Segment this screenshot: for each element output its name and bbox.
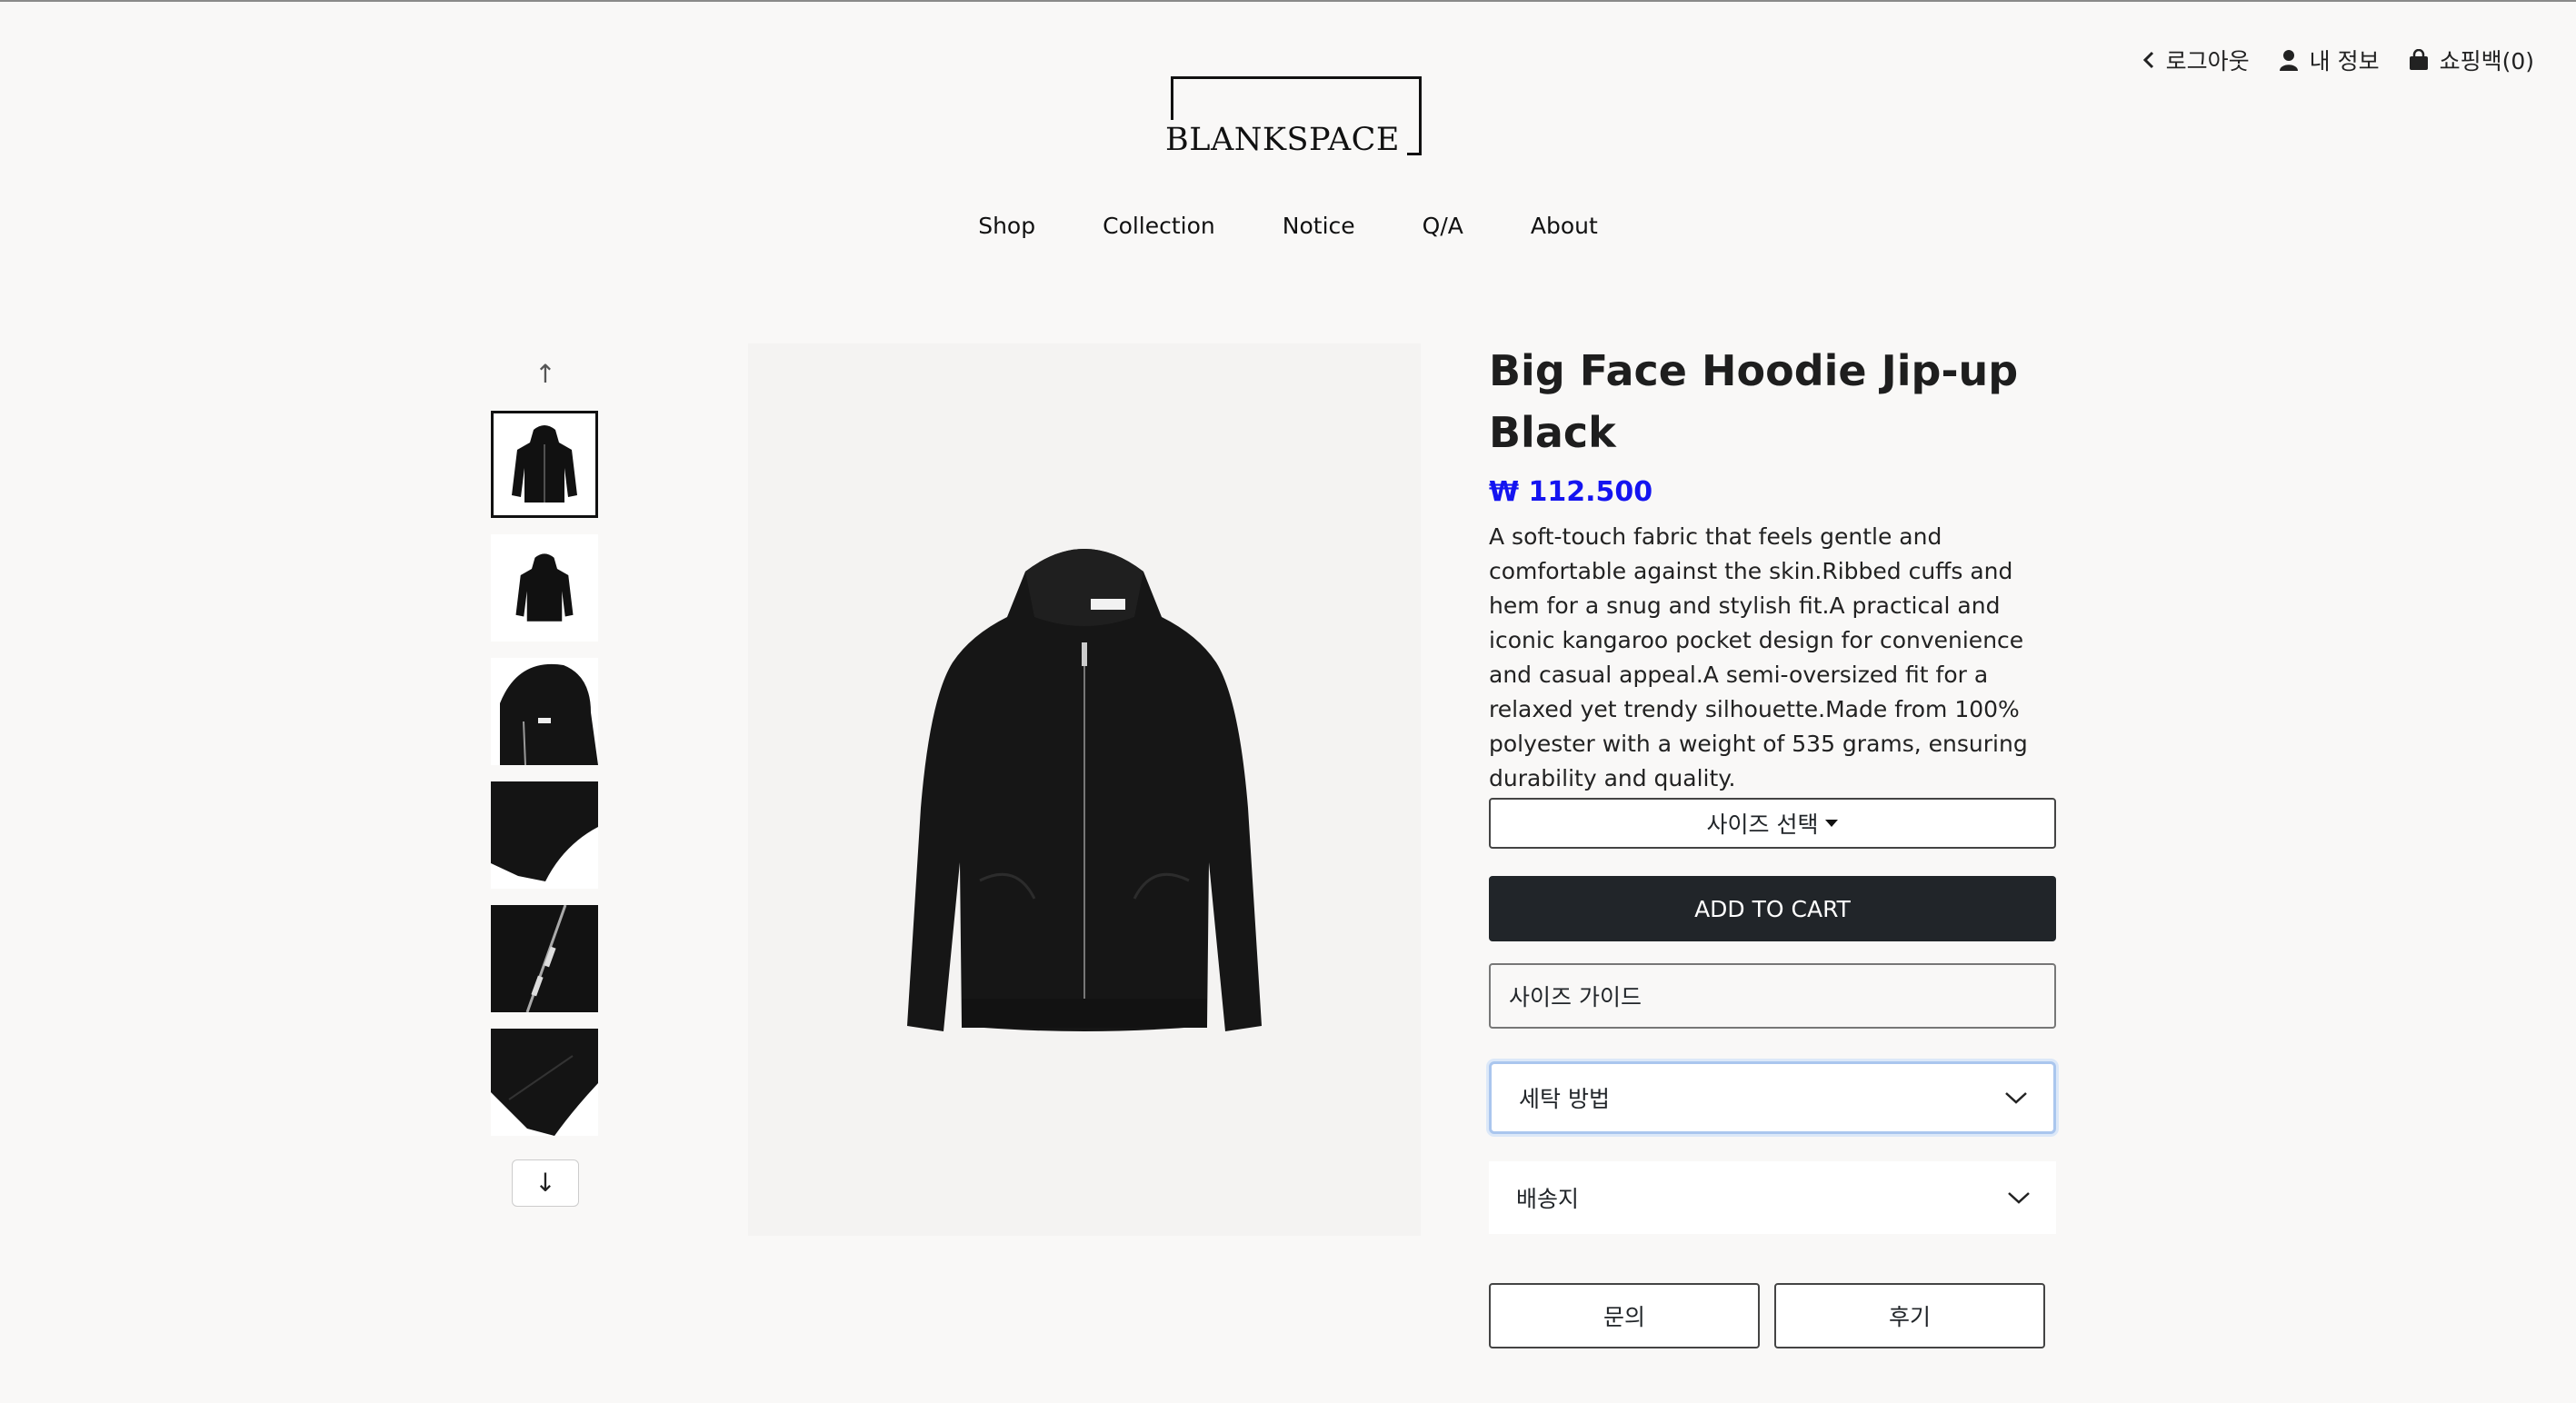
nav-qa[interactable]: Q/A [1423,213,1463,239]
thumbnail-zipper-detail[interactable] [491,905,598,1012]
nav-collection[interactable]: Collection [1103,213,1215,239]
hood-detail-image [491,658,598,765]
main-nav: Shop Collection Notice Q/A About [0,213,2576,239]
shopping-bag-link[interactable]: 쇼핑백(0) [2409,44,2534,76]
review-button[interactable]: 후기 [1774,1283,2045,1348]
thumbnail-hem-detail[interactable] [491,781,598,889]
inquiry-button[interactable]: 문의 [1489,1283,1760,1348]
logout-link[interactable]: 로그아웃 [2142,44,2250,76]
nav-about[interactable]: About [1531,213,1598,239]
hoodie-product-photo [907,549,1262,1031]
thumbnail-hood-detail[interactable] [491,658,598,765]
wash-method-accordion[interactable]: 세탁 방법 [1489,1061,2056,1134]
chevron-left-icon [2142,51,2153,69]
hoodie-front-image [512,425,577,502]
chevron-down-icon [2008,1192,2030,1204]
product-price: ₩ 112.500 [1489,476,1653,508]
size-select-dropdown[interactable]: 사이즈 선택 [1489,798,2056,849]
hem-detail-image [491,781,598,889]
my-info-label: 내 정보 [2309,48,2380,75]
brand-logo[interactable]: BLANKSPACE [1165,75,1422,160]
user-icon [2279,50,2298,71]
thumbnail-hoodie-back[interactable] [491,534,598,642]
caret-down-icon [1825,820,1839,827]
nav-notice[interactable]: Notice [1283,213,1355,239]
wash-method-label: 세탁 방법 [1519,1086,1610,1112]
utility-bar: 로그아웃 내 정보 쇼핑백(0) [2142,44,2534,76]
product-description: A soft-touch fabric that feels gentle an… [1489,523,2028,791]
size-guide-label: 사이즈 가이드 [1509,984,1642,1010]
shopping-bag-label: 쇼핑백(0) [2439,48,2534,75]
add-to-cart-button[interactable]: ADD TO CART [1489,876,2056,941]
nav-shop[interactable]: Shop [978,213,1035,239]
thumbnail-gallery: ↑ ↓ [491,356,600,1207]
shipping-accordion[interactable]: 배송지 [1489,1161,2056,1234]
inquiry-review-row: 문의 후기 [1489,1283,2056,1348]
my-info-link[interactable]: 내 정보 [2279,44,2380,76]
main-product-image [748,343,1421,1236]
thumbnail-scroll-down-button[interactable]: ↓ [512,1159,579,1207]
shopping-bag-icon [2409,49,2428,70]
product-title: Big Face Hoodie Jip-up Black [1489,346,2019,457]
shipping-label: 배송지 [1516,1186,1580,1212]
logout-label: 로그아웃 [2165,48,2250,75]
thumbnail-hoodie-front[interactable] [491,411,598,518]
thumbnail-scroll-up-button[interactable]: ↑ [491,356,600,393]
size-select-label: 사이즈 선택 [1706,811,1819,838]
hoodie-back-image [515,553,574,622]
zipper-detail-image [491,905,598,1012]
brand-logo-text: BLANKSPACE [1165,120,1407,160]
product-info: Big Face Hoodie Jip-up Black ₩ 112.500 A… [1489,340,2056,1348]
thumbnail-cuff-detail[interactable] [491,1029,598,1136]
chevron-down-icon [2005,1092,2027,1104]
cuff-detail-image [491,1029,598,1136]
size-guide-button[interactable]: 사이즈 가이드 [1489,963,2056,1029]
